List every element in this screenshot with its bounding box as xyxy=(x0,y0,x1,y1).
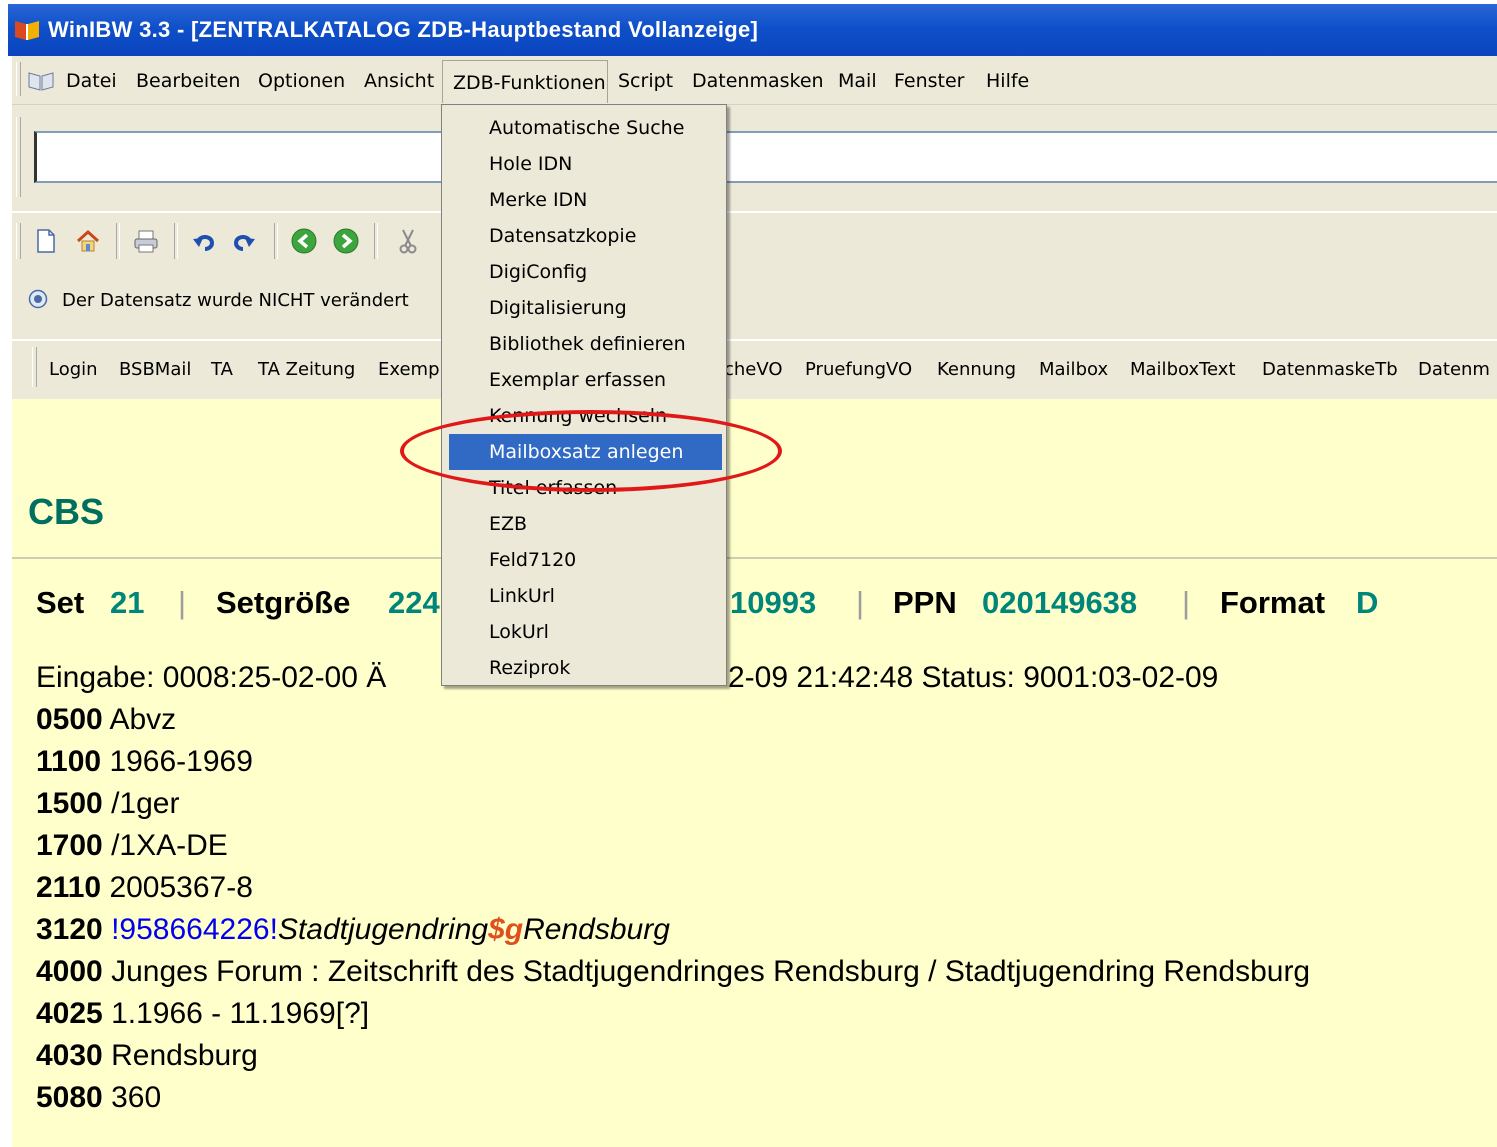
subfield-marker: $g xyxy=(488,913,524,946)
cut-scissors-icon[interactable] xyxy=(394,227,422,255)
menu-script[interactable]: Script xyxy=(618,70,673,92)
script-mailboxtext[interactable]: MailboxText xyxy=(1130,359,1236,380)
separator-pipe: | xyxy=(856,585,865,620)
record-number-value: 10993 xyxy=(730,585,817,620)
menuitem-digiconfig[interactable]: DigiConfig xyxy=(442,254,726,290)
menuitem-lokurl[interactable]: LokUrl xyxy=(442,614,726,650)
menuitem-titel-erfassen[interactable]: Titel erfassen xyxy=(442,470,726,506)
separator-pipe: | xyxy=(1182,585,1191,620)
field-2110: 2110 2005367-8 xyxy=(36,871,253,904)
back-arrow-icon[interactable] xyxy=(290,227,318,255)
script-checkvo[interactable]: cheVO xyxy=(724,359,783,380)
script-bar: Login BSBMail TA TA Zeitung Exemp cheVO … xyxy=(12,340,1497,400)
menuitem-automatische-suche[interactable]: Automatische Suche xyxy=(442,110,726,146)
field-4030: 4030 Rendsburg xyxy=(36,1039,258,1072)
status-message: Der Datensatz wurde NICHT verändert xyxy=(62,290,409,311)
menu-zdb-funktionen[interactable]: ZDB-Funktionen xyxy=(453,72,606,94)
menuitem-linkurl[interactable]: LinkUrl xyxy=(442,578,726,614)
content-divider xyxy=(12,557,1497,559)
menuitem-ezb[interactable]: EZB xyxy=(442,506,726,542)
toolbar-separator xyxy=(374,223,378,259)
format-value: D xyxy=(1356,585,1379,620)
command-bar xyxy=(12,105,1497,211)
menuitem-reziprok[interactable]: Reziprok xyxy=(442,650,726,686)
field-1100: 1100 1966-1969 xyxy=(36,745,253,778)
field-4000: 4000 Junges Forum : Zeitschrift des Stad… xyxy=(36,955,1311,988)
script-exemplar[interactable]: Exemp xyxy=(378,359,440,380)
undo-icon[interactable] xyxy=(190,227,218,255)
linked-idn[interactable]: !958664226! xyxy=(111,913,278,946)
menuitem-datensatzkopie[interactable]: Datensatzkopie xyxy=(442,218,726,254)
menuitem-hole-idn[interactable]: Hole IDN xyxy=(442,146,726,182)
script-login[interactable]: Login xyxy=(49,359,98,380)
script-bsbmail[interactable]: BSBMail xyxy=(119,359,191,380)
title-bar: WinIBW 3.3 - [ZENTRALKATALOG ZDB-Hauptbe… xyxy=(0,0,1497,56)
ppn-value: 020149638 xyxy=(982,585,1138,620)
menuitem-bibliothek-definieren[interactable]: Bibliothek definieren xyxy=(442,326,726,362)
menuitem-feld7120[interactable]: Feld7120 xyxy=(442,542,726,578)
field-0500: 0500 Abvz xyxy=(36,703,177,736)
script-kennung[interactable]: Kennung xyxy=(937,359,1016,380)
script-pruefungvo[interactable]: PruefungVO xyxy=(805,359,912,380)
toolbar-separator xyxy=(274,223,278,259)
status-line: Der Datensatz wurde NICHT verändert xyxy=(12,269,1497,339)
command-input[interactable] xyxy=(34,131,1497,183)
commandbar-grip[interactable] xyxy=(16,117,21,197)
menuitem-kennung-wechseln[interactable]: Kennung wechseln xyxy=(442,398,726,434)
set-value: 21 xyxy=(110,585,145,620)
field-5080: 5080 360 xyxy=(36,1081,162,1114)
menuitem-exemplar-erfassen[interactable]: Exemplar erfassen xyxy=(442,362,726,398)
toolbar xyxy=(12,212,1497,270)
redo-icon[interactable] xyxy=(230,227,258,255)
record-display: CBS Set 21 | Setgröße 224 10993 | PPN 02… xyxy=(12,399,1497,1147)
field-1500: 1500 /1ger xyxy=(36,787,180,820)
menu-bearbeiten[interactable]: Bearbeiten xyxy=(136,70,240,92)
print-icon[interactable] xyxy=(132,227,160,255)
menuitem-merke-idn[interactable]: Merke IDN xyxy=(442,182,726,218)
menu-bar: Datei Bearbeiten Optionen Ansicht ZDB-Fu… xyxy=(12,56,1497,105)
setsize-label: Setgröße xyxy=(216,585,351,620)
home-icon[interactable] xyxy=(74,227,102,255)
toolbar-grip[interactable] xyxy=(16,223,21,259)
menu-fenster[interactable]: Fenster xyxy=(894,70,964,92)
setsize-value: 224 xyxy=(388,585,440,620)
format-label: Format xyxy=(1220,585,1326,620)
forward-arrow-icon[interactable] xyxy=(332,227,360,255)
menu-optionen[interactable]: Optionen xyxy=(258,70,345,92)
eingabe-line-end: 2-09 21:42:48 Status: 9001:03-02-09 xyxy=(728,661,1219,694)
ppn-label: PPN xyxy=(893,585,957,620)
new-document-icon[interactable] xyxy=(32,227,60,255)
window-title: WinIBW 3.3 - [ZENTRALKATALOG ZDB-Hauptbe… xyxy=(48,17,759,42)
menu-datenmasken[interactable]: Datenmasken xyxy=(692,70,824,92)
info-icon xyxy=(28,289,48,309)
toolbar-separator xyxy=(116,223,120,259)
eingabe-line-start: Eingabe: 0008:25-02-00 Ä xyxy=(36,661,387,694)
scriptbar-grip[interactable] xyxy=(32,347,37,387)
set-label: Set xyxy=(36,585,85,620)
script-datenmasketb[interactable]: DatenmaskeTb xyxy=(1262,359,1398,380)
field-3120: 3120 !958664226!Stadtjugendring$gRendsbu… xyxy=(36,913,670,946)
toolbar-separator xyxy=(174,223,178,259)
menu-hilfe[interactable]: Hilfe xyxy=(986,70,1029,92)
separator-pipe: | xyxy=(178,585,187,620)
menu-datei[interactable]: Datei xyxy=(66,70,117,92)
script-mailbox[interactable]: Mailbox xyxy=(1039,359,1108,380)
app-book-icon[interactable] xyxy=(14,18,40,42)
field-1700: 1700 /1XA-DE xyxy=(36,829,228,862)
menuitem-digitalisierung[interactable]: Digitalisierung xyxy=(442,290,726,326)
cbs-heading: CBS xyxy=(28,491,105,532)
menubar-grip[interactable] xyxy=(16,62,21,96)
zdb-funktionen-dropdown: Automatische Suche Hole IDN Merke IDN Da… xyxy=(441,104,727,686)
script-ta[interactable]: TA xyxy=(211,359,233,380)
menuitem-mailboxsatz-anlegen[interactable]: Mailboxsatz anlegen xyxy=(449,434,722,470)
menu-ansicht[interactable]: Ansicht xyxy=(364,70,434,92)
script-datenmaske[interactable]: Datenm xyxy=(1418,359,1490,380)
field-4025: 4025 1.1966 - 11.1969[?] xyxy=(36,997,370,1030)
book-menu-icon[interactable] xyxy=(28,70,54,92)
title-bar-inner: WinIBW 3.3 - [ZENTRALKATALOG ZDB-Hauptbe… xyxy=(8,4,1497,56)
menu-mail[interactable]: Mail xyxy=(838,70,877,92)
script-ta-zeitung[interactable]: TA Zeitung xyxy=(258,359,355,380)
